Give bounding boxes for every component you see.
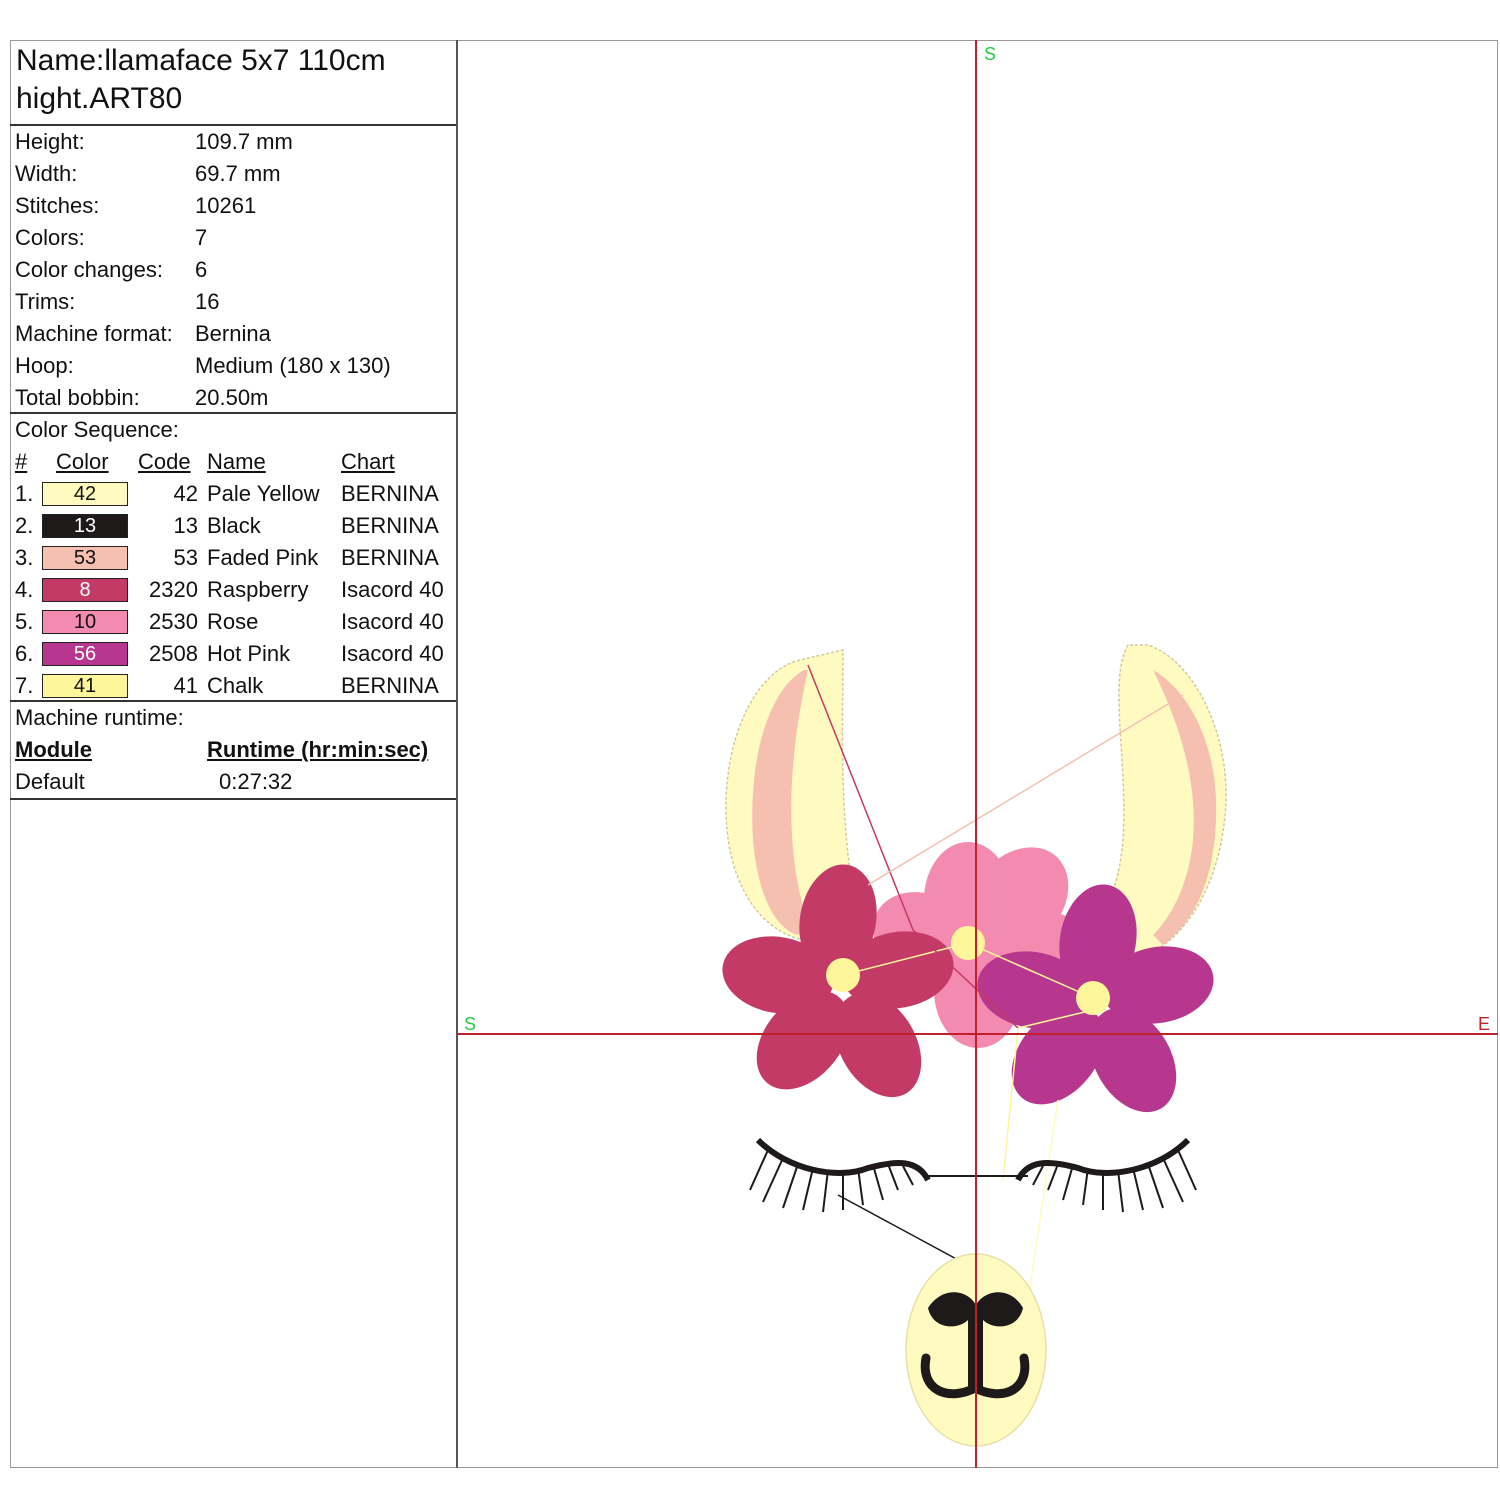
thread-chart: BERNINA (341, 513, 439, 538)
row-number: 5. (15, 609, 34, 634)
thread-name: Rose (207, 609, 259, 634)
runtime-value: 0:27:32 (219, 769, 293, 794)
row-number: 3. (15, 545, 34, 570)
thread-code: 2320 (149, 577, 198, 602)
thread-name: Hot Pink (207, 641, 291, 666)
col-header-color: Color (56, 449, 109, 474)
row-number: 4. (15, 577, 34, 602)
thread-chart: Isacord 40 (341, 577, 444, 602)
color-swatch: 13 (42, 514, 128, 538)
color-sequence-title: Color Sequence: (15, 417, 179, 442)
thread-name: Raspberry (207, 577, 309, 602)
thread-chart: BERNINA (341, 481, 439, 506)
left-eye (749, 1137, 931, 1213)
thread-name: Chalk (207, 673, 264, 698)
col-header-chart: Chart (341, 449, 395, 474)
machine-runtime: Machine runtime: Module Runtime (hr:min:… (10, 702, 456, 800)
design-title-line2: hight.ART80 (16, 82, 183, 115)
thread-code: 41 (173, 673, 198, 698)
thread-name: Faded Pink (207, 545, 319, 570)
thread-code: 2508 (149, 641, 198, 666)
thread-chart: Isacord 40 (341, 609, 444, 634)
right-eye (1015, 1137, 1197, 1213)
color-sequence-row: 2. 13 13 Black BERNINA (10, 510, 456, 542)
color-swatch: 56 (42, 642, 128, 666)
runtime-title: Machine runtime: (15, 705, 184, 730)
color-swatch: 42 (42, 482, 128, 506)
thread-chart: BERNINA (341, 545, 439, 570)
color-sequence: Color Sequence: # Color Code Name Chart … (10, 414, 456, 702)
design-preview: S S E (458, 40, 1498, 1468)
thread-code: 2530 (149, 609, 198, 634)
color-swatch: 53 (42, 546, 128, 570)
thread-code: 42 (173, 481, 198, 506)
axis-label-right: E (1478, 1014, 1490, 1034)
color-swatch: 10 (42, 610, 128, 634)
llama-embroidery-preview: S S E (458, 40, 1498, 1468)
color-sequence-row: 4. 8 2320 Raspberry Isacord 40 (10, 574, 456, 606)
color-sequence-row: 3. 53 53 Faded Pink BERNINA (10, 542, 456, 574)
design-info-panel: Name:llamaface 5x7 110cm hight.ART80 Hei… (10, 40, 458, 1468)
color-swatch: 8 (42, 578, 128, 602)
design-title: Name:llamaface 5x7 110cm hight.ART80 (10, 40, 456, 126)
color-sequence-row: 7. 41 41 Chalk BERNINA (10, 670, 456, 702)
module-value: Default (15, 769, 85, 794)
row-number: 2. (15, 513, 34, 538)
color-sequence-row: 5. 10 2530 Rose Isacord 40 (10, 606, 456, 638)
module-header: Module (15, 737, 92, 762)
axis-label-left: S (464, 1014, 476, 1034)
runtime-header: Runtime (hr:min:sec) (207, 737, 429, 762)
color-swatch: 41 (42, 674, 128, 698)
color-sequence-row: 6. 56 2508 Hot Pink Isacord 40 (10, 638, 456, 670)
row-number: 6. (15, 641, 34, 666)
axis-label-top: S (984, 44, 996, 64)
color-sequence-row: 1. 42 42 Pale Yellow BERNINA (10, 478, 456, 510)
col-header-code: Code (138, 449, 191, 474)
design-title-line1: Name:llamaface 5x7 110cm (16, 44, 386, 77)
design-stats: Height: 109.7 mm Width: 69.7 mm Stitches: 1… (10, 126, 456, 414)
row-number: 7. (15, 673, 34, 698)
row-number: 1. (15, 481, 34, 506)
col-header-num: # (15, 449, 28, 474)
thread-name: Pale Yellow (207, 481, 320, 506)
thread-chart: BERNINA (341, 673, 439, 698)
thread-name: Black (207, 513, 261, 538)
thread-code: 53 (173, 545, 198, 570)
col-header-name: Name (207, 449, 266, 474)
thread-chart: Isacord 40 (341, 641, 444, 666)
thread-code: 13 (173, 513, 198, 538)
